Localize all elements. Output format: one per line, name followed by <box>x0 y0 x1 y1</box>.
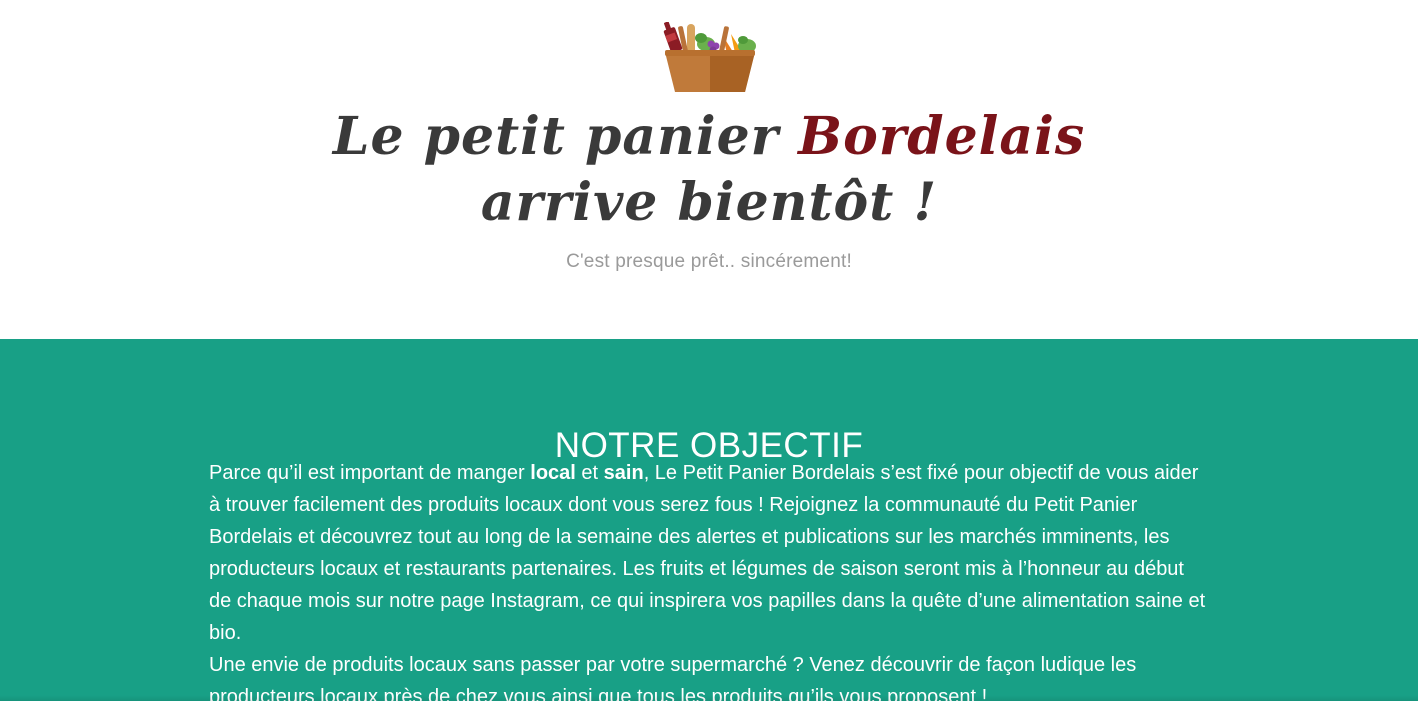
objective-text-part: Parce qu’il est important de manger <box>209 462 531 484</box>
objective-body: Parce qu’il est important de manger loca… <box>209 457 1209 701</box>
section-shadow <box>0 695 1418 701</box>
page-subtitle: C'est presque prêt.. sincérement! <box>566 251 852 272</box>
objective-keyword-local: local <box>530 462 576 484</box>
objective-text-part: , Le Petit Panier Bordelais s’est fixé p… <box>209 462 1206 644</box>
objective-keyword-sain: sain <box>603 462 644 484</box>
objective-section: NOTRE OBJECTIF Parce qu’il est important… <box>0 339 1418 701</box>
headline-line-1: Le petit panier Bordelais <box>0 104 1418 170</box>
objective-paragraph-2: Une envie de produits locaux sans passer… <box>209 654 1137 701</box>
basket-icon <box>663 22 756 92</box>
headline-brand: Bordelais <box>798 106 1086 167</box>
objective-text-part: et <box>575 462 604 484</box>
objective-paragraph-1: Parce qu’il est important de manger loca… <box>209 457 1209 649</box>
page-headline: Le petit panier Bordelais arrive bientôt… <box>0 104 1418 236</box>
headline-prefix: Le petit panier <box>332 106 799 167</box>
hero-section: Le petit panier Bordelais arrive bientôt… <box>0 0 1418 339</box>
headline-line-2: arrive bientôt ! <box>480 172 938 233</box>
